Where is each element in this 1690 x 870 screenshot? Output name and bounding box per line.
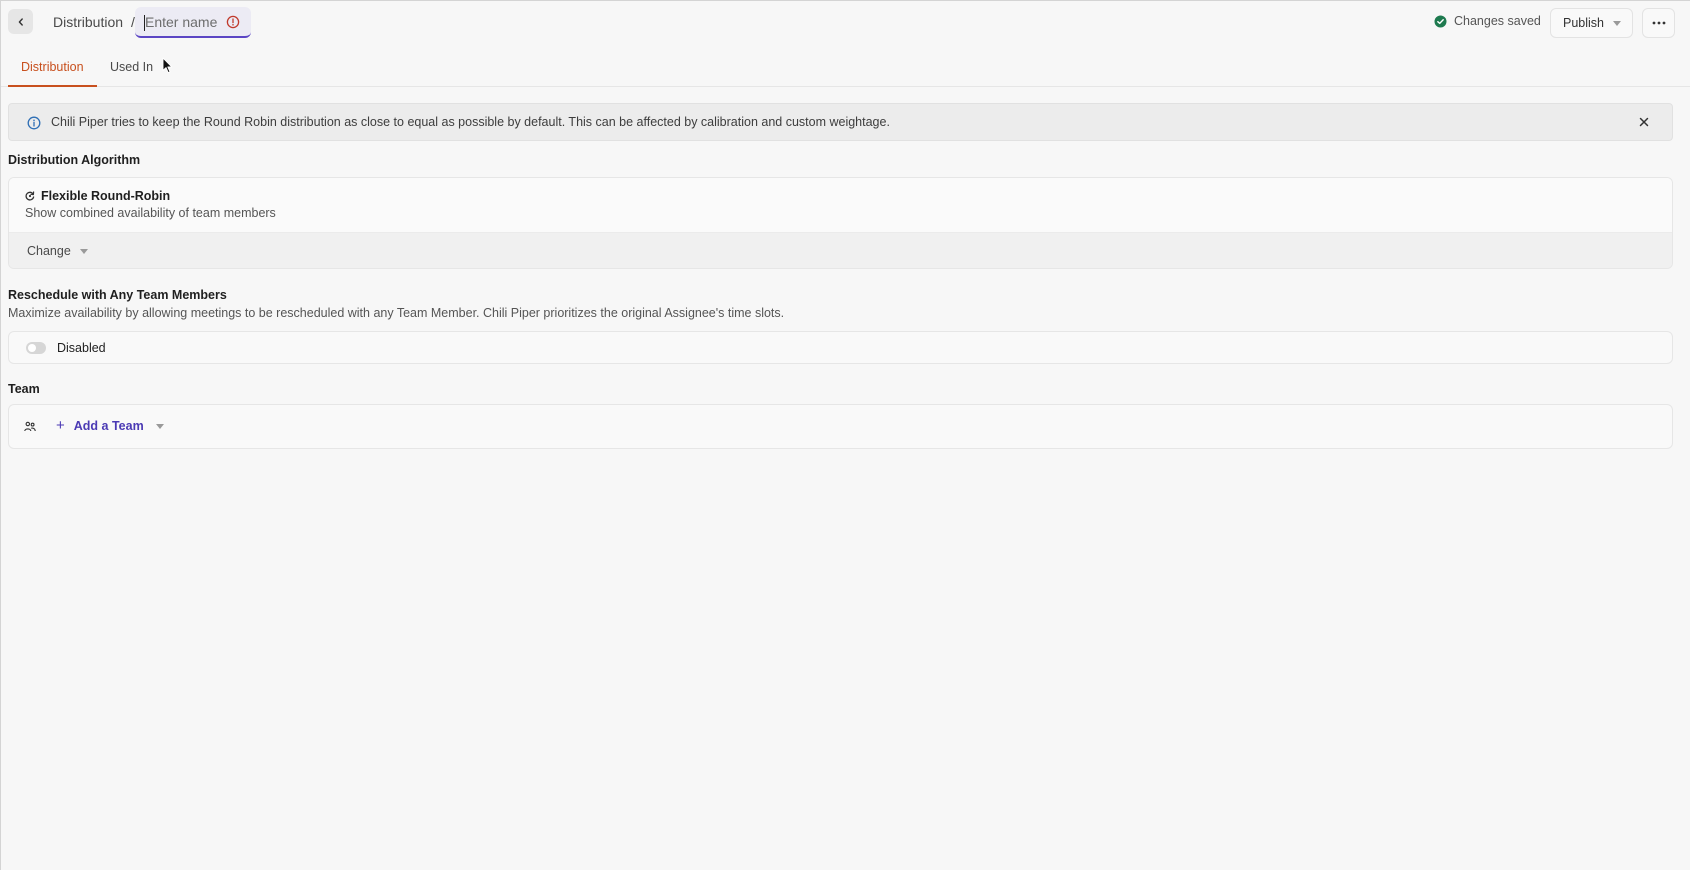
change-algorithm-button[interactable]: Change bbox=[27, 244, 88, 258]
round-robin-icon bbox=[25, 191, 35, 201]
info-banner-text: Chili Piper tries to keep the Round Robi… bbox=[51, 115, 890, 129]
reschedule-toggle-row: Disabled bbox=[8, 331, 1673, 364]
check-circle-icon bbox=[1434, 15, 1447, 27]
name-input-container[interactable] bbox=[135, 7, 251, 38]
team-section-title: Team bbox=[8, 382, 40, 396]
change-button-label: Change bbox=[27, 244, 71, 258]
toggle-knob bbox=[28, 344, 36, 352]
algorithm-name: Flexible Round-Robin bbox=[41, 189, 171, 203]
reschedule-toggle-label: Disabled bbox=[57, 341, 106, 355]
page-header: Distribution / Changes saved Publish bbox=[1, 1, 1690, 45]
save-status-text: Changes saved bbox=[1454, 14, 1541, 28]
publish-button-label: Publish bbox=[1563, 16, 1604, 30]
algorithm-actions: Change bbox=[9, 232, 1672, 268]
save-status: Changes saved bbox=[1434, 14, 1541, 28]
ellipsis-icon bbox=[1652, 21, 1665, 25]
info-banner: Chili Piper tries to keep the Round Robi… bbox=[8, 103, 1673, 141]
tab-bar: Distribution Used In bbox=[1, 45, 1690, 87]
chevron-left-icon bbox=[18, 17, 23, 26]
app-window: Distribution / Changes saved Publish bbox=[0, 0, 1690, 870]
add-team-button[interactable]: + Add a Team bbox=[56, 417, 164, 434]
text-caret bbox=[144, 15, 145, 31]
reschedule-toggle[interactable] bbox=[26, 342, 46, 354]
algorithm-description: Show combined availability of team membe… bbox=[25, 206, 276, 220]
plus-icon: + bbox=[56, 417, 65, 434]
caret-down-icon bbox=[79, 248, 88, 254]
add-team-label: Add a Team bbox=[73, 419, 144, 433]
algorithm-summary: Flexible Round-Robin Show combined avail… bbox=[9, 178, 1672, 232]
tab-used-in[interactable]: Used In bbox=[110, 60, 153, 74]
info-icon bbox=[27, 116, 41, 130]
caret-down-icon bbox=[155, 423, 164, 429]
mouse-pointer-icon bbox=[162, 57, 173, 74]
team-row: + Add a Team bbox=[8, 404, 1673, 449]
back-button[interactable] bbox=[8, 9, 33, 34]
reschedule-description: Maximize availability by allowing meetin… bbox=[8, 306, 785, 320]
algorithm-card: Flexible Round-Robin Show combined avail… bbox=[8, 177, 1673, 269]
tab-distribution[interactable]: Distribution bbox=[21, 60, 84, 74]
more-options-button[interactable] bbox=[1642, 8, 1675, 38]
caret-down-icon bbox=[1613, 20, 1621, 26]
team-icon bbox=[24, 421, 36, 432]
name-input[interactable] bbox=[145, 13, 229, 30]
active-tab-indicator bbox=[8, 85, 97, 87]
error-icon bbox=[226, 15, 240, 29]
breadcrumb-root[interactable]: Distribution bbox=[53, 14, 123, 30]
algorithm-section-title: Distribution Algorithm bbox=[8, 153, 141, 167]
close-icon[interactable] bbox=[1638, 116, 1650, 128]
reschedule-section-title: Reschedule with Any Team Members bbox=[8, 288, 227, 302]
publish-button[interactable]: Publish bbox=[1550, 8, 1633, 38]
